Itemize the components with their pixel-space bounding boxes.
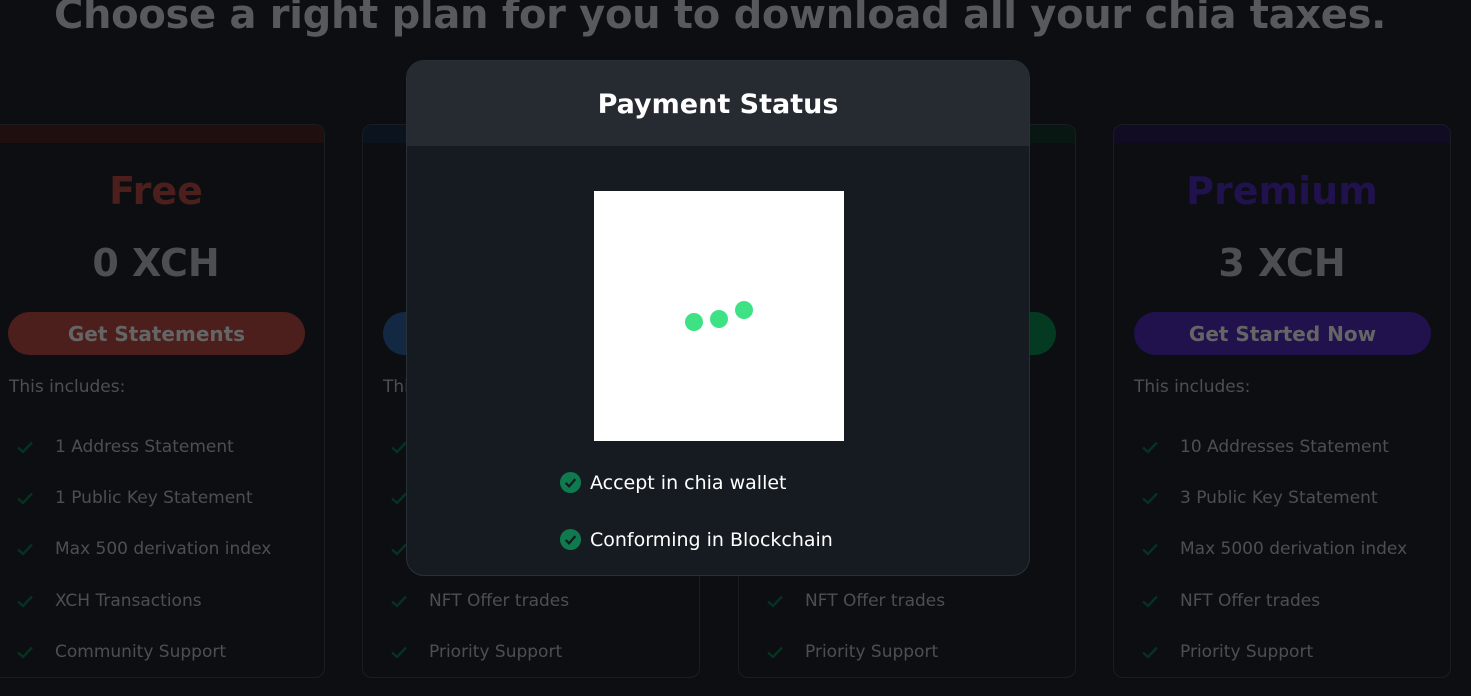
payment-status-modal: Payment Status Accept in chia wallet Con… [406,60,1030,576]
status-step-accept: Accept in chia wallet [559,471,787,494]
loading-dot [685,313,703,331]
status-step-blockchain: Conforming in Blockchain [559,528,833,551]
modal-title: Payment Status [407,61,1029,146]
qr-code-loading-box [594,191,844,441]
loading-dot [710,310,728,328]
status-step-label: Conforming in Blockchain [590,528,833,551]
check-circle-icon [559,528,582,551]
status-step-label: Accept in chia wallet [590,471,787,494]
loading-dot [735,301,753,319]
check-circle-icon [559,471,582,494]
pricing-page: Choose a right plan for you to download … [0,0,1471,696]
